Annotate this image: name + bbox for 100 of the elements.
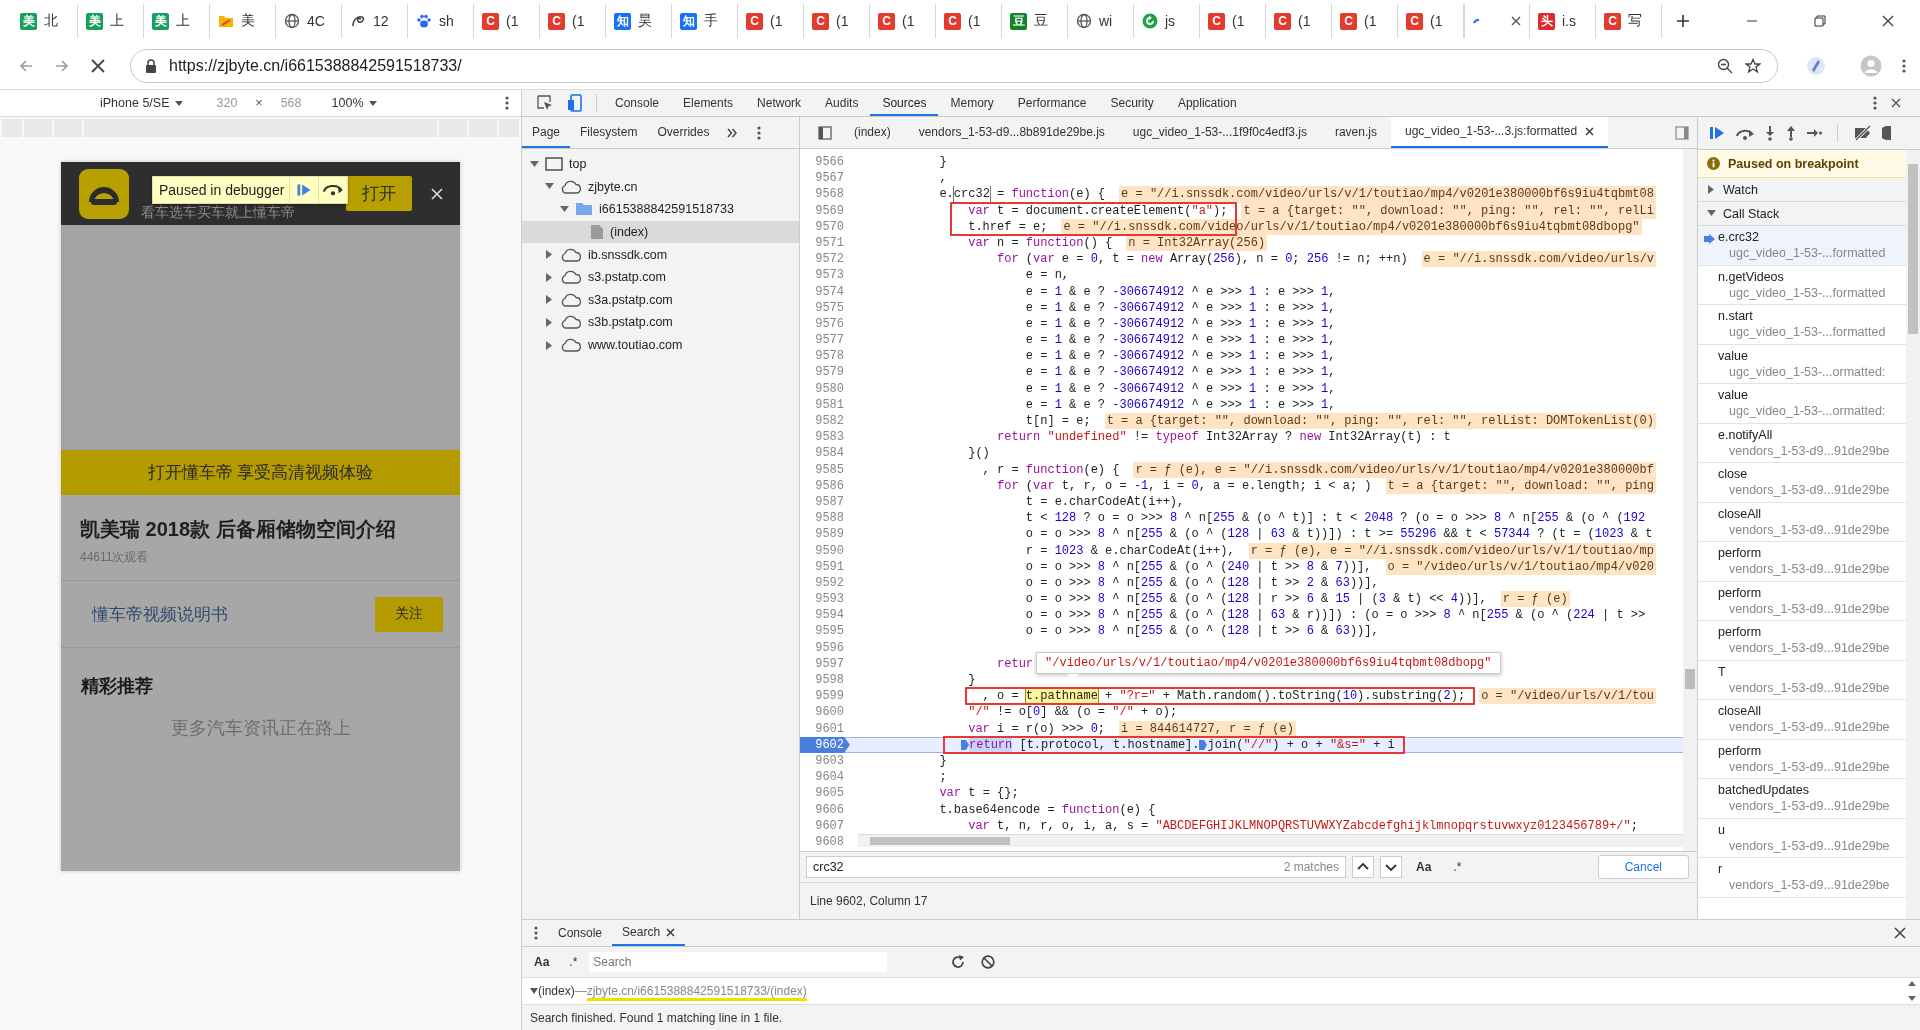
navigator-tab[interactable]: Page — [522, 117, 571, 148]
tree-item[interactable]: s3.pstatp.com — [522, 265, 799, 289]
channel-name[interactable]: 懂车帝视频说明书 — [92, 602, 228, 626]
zoom-dropdown[interactable]: 100% — [331, 94, 377, 112]
navigator-tab[interactable]: Filesystem — [570, 117, 648, 148]
browser-tab[interactable]: C (1 — [1200, 4, 1266, 38]
tree-item[interactable]: s3b.pstatp.com — [522, 311, 799, 334]
file-tab[interactable]: (index) — [840, 117, 905, 148]
drawer-tab[interactable]: Console — [548, 920, 613, 946]
regex-button[interactable]: .* — [561, 955, 586, 969]
browser-tab[interactable]: js — [1134, 4, 1200, 38]
match-case-button[interactable]: Aa — [1408, 860, 1440, 874]
video-title: 凯美瑞 2018款 后备厢储物空间介绍 — [80, 517, 397, 542]
browser-tab[interactable]: 知 昊 — [606, 4, 672, 38]
tree-item[interactable]: i6615388842591518733 — [522, 198, 799, 221]
code-line: ; — [938, 769, 947, 786]
browser-tab[interactable]: C (1 — [804, 4, 870, 38]
cursor-position: Line 9602, Column 17 — [810, 894, 928, 908]
browser-tab[interactable]: 美 上 — [78, 4, 144, 38]
browser-tab[interactable]: 头 i.s — [1530, 4, 1596, 38]
open-app-button[interactable]: 打开 — [346, 176, 412, 211]
browser-tab[interactable]: 美 上 — [144, 4, 210, 38]
result-file[interactable]: (index) — [538, 984, 575, 998]
code-line: e = 1 & e ? -306674912 ^ e >>> 1 : e >>> 1, — [1024, 332, 1336, 349]
browser-tab[interactable]: C (1 — [474, 4, 540, 38]
browser-tab[interactable]: sh — [408, 4, 474, 38]
line-number: 9588 — [814, 510, 845, 527]
tree-item[interactable]: top — [522, 153, 799, 176]
panel-tab[interactable]: Console — [603, 90, 672, 116]
open-app-banner[interactable]: 打开懂车帝 享受高清视频体验 — [61, 450, 460, 495]
panel-tab[interactable]: Application — [1165, 90, 1249, 116]
line-number: 9569 — [814, 202, 845, 219]
code-line: , — [938, 170, 947, 187]
line-number: 9577 — [814, 332, 845, 349]
line-number: 9585 — [814, 461, 845, 478]
panel-tab[interactable]: Elements — [671, 90, 746, 116]
tab-favicon: C — [1604, 12, 1621, 30]
code-line: e = 1 & e ? -306674912 ^ e >>> 1 : e >>> 1, — [1024, 364, 1336, 381]
cancel-button[interactable]: Cancel — [1597, 855, 1689, 879]
browser-tab[interactable]: 12 — [342, 4, 408, 38]
line-number: 9603 — [814, 752, 845, 770]
match-case-button[interactable]: Aa — [526, 955, 558, 969]
section-header[interactable]: Watch — [1698, 178, 1906, 202]
tab-favicon: C — [812, 12, 829, 30]
line-number: 9594 — [814, 607, 845, 624]
line-number: 9599 — [814, 688, 845, 705]
line-number: 9584 — [814, 445, 845, 462]
code-line: e = 1 & e ? -306674912 ^ e >>> 1 : e >>> 1, — [1024, 283, 1336, 300]
tree-item[interactable]: (index) — [522, 220, 799, 244]
inline-value: r = ƒ (e) — [1500, 591, 1570, 608]
browser-tab[interactable]: C (1 — [936, 4, 1002, 38]
tab-favicon: 知 — [680, 12, 697, 30]
code-line: retur — [996, 655, 1034, 672]
tab-favicon: C — [1406, 12, 1423, 30]
line-number: 9604 — [814, 769, 845, 786]
breakpoint-line-number[interactable]: 9602 — [800, 736, 850, 753]
browser-tab[interactable]: C (1 — [540, 4, 606, 38]
navigator-tab[interactable]: Overrides — [647, 117, 720, 148]
tree-item[interactable]: ib.snssdk.com — [522, 243, 799, 266]
browser-tab[interactable]: wi — [1068, 4, 1134, 38]
browser-tab[interactable]: C 写 — [1596, 4, 1662, 38]
panel-tab[interactable]: Performance — [1005, 90, 1099, 116]
code-line: , r = function(e) { — [981, 461, 1120, 478]
find-field[interactable]: crc32 2 matches — [806, 856, 1346, 878]
call-frame[interactable]: e.crc32 ugc_video_1-53-...formatted — [1698, 226, 1906, 266]
browser-tab[interactable]: 知 手 — [672, 4, 738, 38]
browser-tab[interactable]: C (1 — [870, 4, 936, 38]
code-line: }() — [967, 445, 990, 462]
follow-button[interactable]: 关注 — [375, 596, 443, 632]
browser-tab[interactable]: 豆 豆 — [1002, 4, 1068, 38]
line-number: 9573 — [814, 267, 845, 284]
line-number: 9583 — [814, 429, 845, 446]
code-line: t[n] = e; — [1024, 413, 1091, 430]
tab-favicon: 美 — [86, 12, 103, 30]
browser-tab[interactable]: C (1 — [738, 4, 804, 38]
section-header[interactable]: Call Stack — [1698, 202, 1906, 226]
panel-tab[interactable]: Audits — [813, 90, 871, 116]
search-field[interactable]: Search — [589, 952, 888, 972]
regex-button[interactable]: .* — [1445, 860, 1470, 874]
browser-tab[interactable]: 美 北 — [12, 4, 78, 38]
file-tab[interactable]: raven.js — [1320, 117, 1391, 148]
code-line: t.base64encode = function(e) { — [938, 801, 1156, 818]
tree-item[interactable]: www.toutiao.com — [522, 333, 799, 357]
file-tab[interactable]: vendors_1-53-d9...8b891de29be.js — [904, 117, 1119, 148]
tab-favicon: C — [746, 12, 763, 30]
code-line: t < 128 ? o = o >>> 8 ^ n[255 & (o ^ t)] : t < 2048 ? (o = o >>> 8 ^ n[255 & (o ^ (192 — [1024, 510, 1646, 527]
file-tab[interactable]: ugc_video_1-53-...1f9f0c4edf3.js — [1118, 117, 1321, 148]
browser-tab[interactable]: C (1 — [1266, 4, 1332, 38]
browser-tab[interactable]: C (1 — [1332, 4, 1398, 38]
inline-value: r = ƒ (e), e = "//i.snssdk.com/video/urls/v/1/toutiao/mp — [1248, 542, 1656, 559]
file-tab[interactable]: ugc_video_1-53-...3.js:formatted — [1391, 117, 1609, 148]
panel-tab[interactable]: Memory — [938, 90, 1006, 116]
browser-tab[interactable]: 美 — [210, 4, 276, 38]
browser-tab[interactable]: 4C — [276, 4, 342, 38]
panel-tab[interactable]: Security — [1098, 90, 1166, 116]
code-line: t = e.charCodeAt(i++), — [1024, 493, 1185, 511]
device-dropdown[interactable]: iPhone 5/SE — [100, 94, 183, 112]
panel-tab[interactable]: Network — [745, 90, 814, 116]
tree-item[interactable]: zjbyte.cn — [522, 175, 799, 199]
tree-item[interactable]: s3a.pstatp.com — [522, 288, 799, 312]
